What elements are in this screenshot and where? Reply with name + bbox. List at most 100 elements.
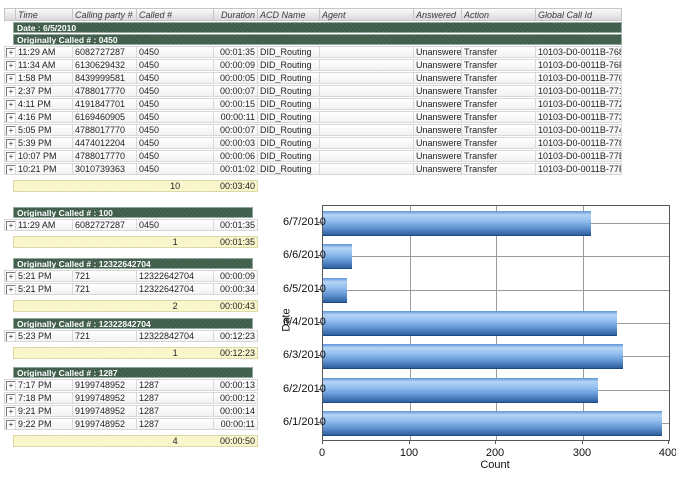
- column-header-acd-name: ACD Name: [258, 8, 320, 21]
- expand-icon[interactable]: +: [6, 332, 16, 342]
- cell-calling-party: 721: [73, 283, 137, 295]
- total-duration: 00:00:50: [213, 436, 257, 446]
- y-tick-mark: [318, 289, 322, 290]
- cell-calling-party: 9199748952: [73, 405, 137, 417]
- cell-calling-party: 4788017770: [73, 150, 137, 162]
- expand-cell: +: [4, 46, 16, 58]
- cell-action: Transfer: [462, 150, 536, 162]
- expand-icon[interactable]: +: [6, 48, 16, 58]
- bar-6-5-2010: [323, 278, 347, 303]
- group-total-row: 400:00:50: [13, 435, 258, 447]
- cell-called: 12322642704: [137, 283, 214, 295]
- expand-icon[interactable]: +: [6, 407, 16, 417]
- bar-6-4-2010: [323, 311, 617, 336]
- table-row: +10:07 PM4788017770045000:00:06DID_Routi…: [4, 150, 622, 162]
- cell-acd-name: DID_Routing: [258, 163, 320, 175]
- expand-icon[interactable]: +: [6, 152, 16, 162]
- total-call-count: 1: [137, 348, 213, 358]
- x-tick-label: 200: [486, 447, 504, 459]
- expand-icon[interactable]: +: [6, 126, 16, 136]
- cell-called: 0450: [137, 163, 214, 175]
- cell-time: 5:23 PM: [16, 330, 73, 342]
- cell-called: 0450: [137, 137, 214, 149]
- group-header: Originally Called # : 12322842704: [13, 318, 253, 329]
- cell-answered: Unanswered: [414, 150, 462, 162]
- table-row: +7:18 PM9199748952128700:00:12: [4, 392, 258, 404]
- call-detail-report-table: TimeCalling party #Called #DurationACD N…: [4, 8, 622, 192]
- cell-called: 0450: [137, 85, 214, 97]
- cell-calling-party: 4474012204: [73, 137, 137, 149]
- expand-icon[interactable]: +: [6, 420, 16, 430]
- expand-icon[interactable]: +: [6, 100, 16, 110]
- cell-duration: 00:00:11: [214, 111, 258, 123]
- cell-called: 0450: [137, 219, 214, 231]
- cell-time: 11:29 AM: [16, 219, 73, 231]
- expand-cell: +: [4, 137, 16, 149]
- expand-icon[interactable]: +: [6, 285, 16, 295]
- bar-6-6-2010: [323, 244, 352, 269]
- cell-global-call-id: 10103-D0-0011B-77F: [536, 163, 622, 175]
- table-row: +4:16 PM6169460905045000:00:11DID_Routin…: [4, 111, 622, 123]
- expand-icon[interactable]: +: [6, 61, 16, 71]
- cell-calling-party: 9199748952: [73, 392, 137, 404]
- y-tick-mark: [318, 355, 322, 356]
- group-table: Originally Called # : 12322642704 +5:21 P…: [4, 257, 258, 312]
- cell-calling-party: 6130629432: [73, 59, 137, 71]
- expand-icon[interactable]: +: [6, 221, 16, 231]
- total-duration: 00:03:40: [213, 181, 257, 191]
- table-row: +9:21 PM9199748952128700:00:14: [4, 405, 258, 417]
- expand-cell: +: [4, 283, 16, 295]
- cell-time: 4:11 PM: [16, 98, 73, 110]
- expand-icon[interactable]: +: [6, 381, 16, 391]
- cell-calling-party: 9199748952: [73, 379, 137, 391]
- x-tick-mark: [495, 440, 496, 444]
- total-spacer: [14, 237, 137, 247]
- table-row: +11:29 AM6082727287045000:01:35DID_Routi…: [4, 46, 622, 58]
- group-total-row: 100:01:35: [13, 236, 258, 248]
- cell-answered: Unanswered: [414, 111, 462, 123]
- table-row: +7:17 PM9199748952128700:00:13: [4, 379, 258, 391]
- expand-icon[interactable]: +: [6, 87, 16, 97]
- column-header-calling-party-: Calling party #: [73, 8, 137, 21]
- cell-time: 2:37 PM: [16, 85, 73, 97]
- cell-duration: 00:00:11: [214, 418, 258, 430]
- cell-duration: 00:00:07: [214, 124, 258, 136]
- cell-global-call-id: 10103-D0-0011B-772: [536, 98, 622, 110]
- x-tick-mark: [668, 440, 669, 444]
- table-row: +4:11 PM4191847701045000:00:15DID_Routin…: [4, 98, 622, 110]
- cell-time: 11:29 AM: [16, 46, 73, 58]
- group-header-0450: Originally Called # : 0450: [13, 34, 622, 45]
- group-header: Originally Called # : 12322642704: [13, 258, 253, 269]
- cell-time: 7:18 PM: [16, 392, 73, 404]
- cell-calling-party: 721: [73, 270, 137, 282]
- cell-duration: 00:01:02: [214, 163, 258, 175]
- cell-time: 10:21 PM: [16, 163, 73, 175]
- expand-icon[interactable]: +: [6, 74, 16, 84]
- y-gridline: [323, 290, 669, 291]
- expand-icon[interactable]: +: [6, 139, 16, 149]
- cell-duration: 00:00:13: [214, 379, 258, 391]
- cell-called: 1287: [137, 379, 214, 391]
- cell-agent: [320, 124, 414, 136]
- table-row: +9:22 PM9199748952128700:00:11: [4, 418, 258, 430]
- group-header: Originally Called # : 1287: [13, 367, 253, 378]
- group-total-row: 100:12:23: [13, 347, 258, 359]
- cell-answered: Unanswered: [414, 137, 462, 149]
- cell-agent: [320, 72, 414, 84]
- expand-icon[interactable]: +: [6, 165, 16, 175]
- cell-agent: [320, 59, 414, 71]
- x-tick-mark: [409, 440, 410, 444]
- cell-calling-party: 6082727287: [73, 219, 137, 231]
- cell-time: 5:21 PM: [16, 283, 73, 295]
- group-table: Originally Called # : 100 +11:29 AM608272…: [4, 206, 258, 248]
- group-header: Originally Called # : 100: [13, 207, 253, 218]
- expand-icon[interactable]: +: [6, 113, 16, 123]
- cell-calling-party: 6082727287: [73, 46, 137, 58]
- table-row: +11:34 AM6130629432045000:00:09DID_Routi…: [4, 59, 622, 71]
- cell-acd-name: DID_Routing: [258, 124, 320, 136]
- expand-icon[interactable]: +: [6, 272, 16, 282]
- expand-icon[interactable]: +: [6, 394, 16, 404]
- cell-time: 5:05 PM: [16, 124, 73, 136]
- cell-called: 0450: [137, 124, 214, 136]
- column-header-called-: Called #: [137, 8, 214, 21]
